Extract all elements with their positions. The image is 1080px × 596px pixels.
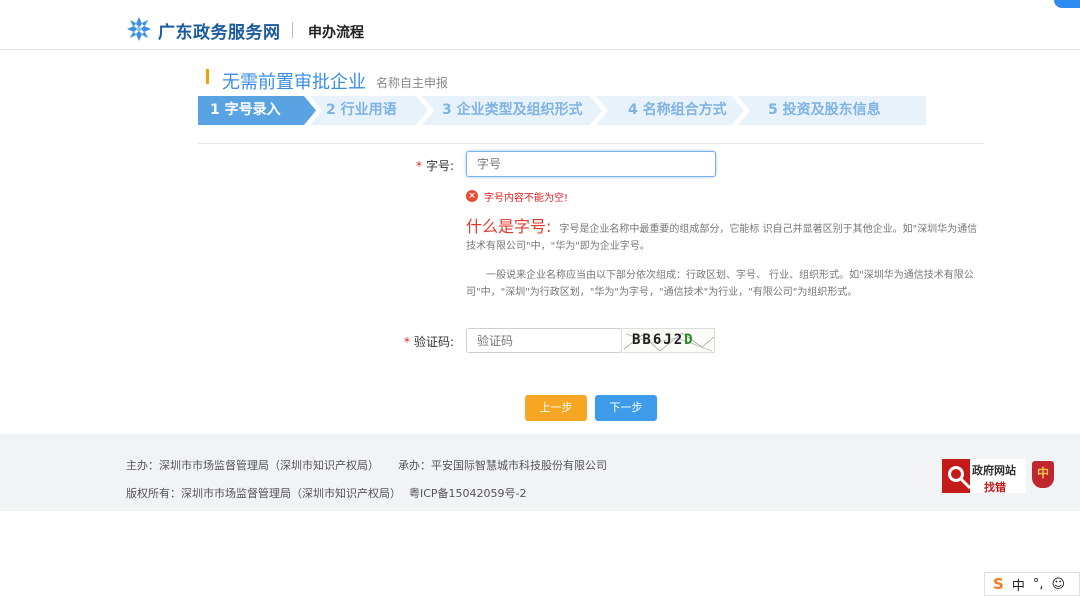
step-5-investors[interactable]: 5 投资及股东信息 — [738, 96, 926, 125]
site-title[interactable]: 广东政务服务网 — [158, 18, 281, 43]
gov-badge-line1[interactable]: 政府网站 — [972, 462, 1016, 478]
footer-copyright: 版权所有：深圳市市场监督管理局（深圳市知识产权局） — [126, 487, 401, 500]
captcha-label-text: 验证码: — [413, 335, 454, 349]
section-divider — [198, 143, 984, 144]
top-header: 广东政务服务网 申办流程 — [0, 0, 1080, 50]
section-subtitle: 名称自主申报 — [376, 76, 449, 90]
ime-punct[interactable]: °, — [1033, 577, 1044, 592]
error-icon: × — [466, 190, 478, 202]
zihao-help: 什么是字号: 字号是企业名称中最重要的组成部分，它能标 识自己并显著区别于其他企业… — [466, 218, 978, 301]
nav-process-link[interactable]: 申办流程 — [308, 22, 364, 42]
corner-tab[interactable] — [1054, 0, 1080, 8]
required-mark: * — [415, 159, 422, 173]
ime-mode[interactable]: 中 — [1012, 575, 1025, 594]
step-2-industry[interactable]: 2 行业用语 — [310, 96, 428, 125]
logo-icon[interactable] — [126, 16, 152, 42]
help-text-2: 一般说来企业名称应当由以下部分依次组成：行政区划、字号、 行业、组织形式。如"深… — [466, 270, 974, 298]
steps-bar: 1 字号录入 2 行业用语 3 企业类型及组织形式 4 名称组合方式 5 投资及… — [198, 96, 926, 125]
footer-undertaker: 承办：平安国际智慧城市科技股份有限公司 — [398, 459, 607, 472]
zihao-label: * 字号: — [398, 157, 454, 174]
step-1-zihao[interactable]: 1 字号录入 — [198, 96, 316, 125]
captcha-text-b: D — [684, 332, 695, 348]
captcha-text-a: BB6J2 — [632, 332, 685, 348]
required-mark: * — [403, 335, 410, 349]
gov-badge-line2[interactable]: 找错 — [984, 479, 1006, 495]
zihao-error: × 字号内容不能为空! — [466, 189, 569, 204]
section-title: 无需前置审批企业 — [222, 72, 366, 93]
step-4-combination[interactable]: 4 名称组合方式 — [596, 96, 744, 125]
footer-host: 主办：深圳市市场监督管理局（深圳市知识产权局） — [126, 459, 379, 472]
zihao-error-text: 字号内容不能为空! — [484, 192, 569, 204]
step-3-type[interactable]: 3 企业类型及组织形式 — [422, 96, 602, 125]
title-separator — [292, 22, 293, 38]
footer-icp[interactable]: 粤ICP备15042059号-2 — [409, 485, 527, 501]
next-button[interactable]: 下一步 — [595, 395, 657, 421]
zihao-label-text: 字号: — [425, 159, 454, 173]
section-marker — [206, 69, 209, 84]
emoji-icon[interactable]: ☺ — [1051, 577, 1065, 592]
captcha-input[interactable] — [466, 328, 622, 353]
emblem-icon[interactable]: 中 — [1032, 461, 1054, 488]
help-heading: 什么是字号: — [466, 217, 552, 236]
captcha-image[interactable]: BB6J2D — [621, 328, 715, 353]
prev-button[interactable]: 上一步 — [525, 395, 587, 421]
captcha-text: BB6J2D — [632, 332, 695, 348]
captcha-label: * 验证码: — [390, 333, 454, 350]
zihao-input[interactable] — [466, 151, 716, 177]
ime-toolbar[interactable]: S 中 °, ☺ — [984, 572, 1080, 596]
sogou-icon[interactable]: S — [993, 575, 1004, 593]
